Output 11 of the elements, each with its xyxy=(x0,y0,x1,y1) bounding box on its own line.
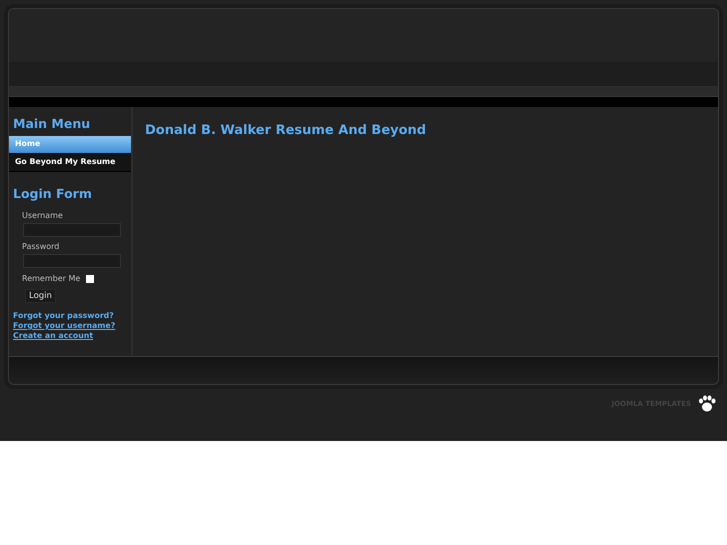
username-label: Username xyxy=(21,210,64,222)
paw-icon xyxy=(697,394,717,414)
remember-checkbox[interactable] xyxy=(86,274,94,282)
login-button[interactable]: Login xyxy=(25,289,56,303)
password-label: Password xyxy=(21,241,60,253)
menu-title: Main Menu xyxy=(12,115,92,133)
article-title: Donald B. Walker Resume And Beyond xyxy=(145,123,428,138)
login-title: Login Form xyxy=(12,185,93,203)
username-field[interactable] xyxy=(23,223,121,237)
remember-label: Remember Me xyxy=(22,274,80,283)
password-field[interactable] xyxy=(23,254,121,268)
